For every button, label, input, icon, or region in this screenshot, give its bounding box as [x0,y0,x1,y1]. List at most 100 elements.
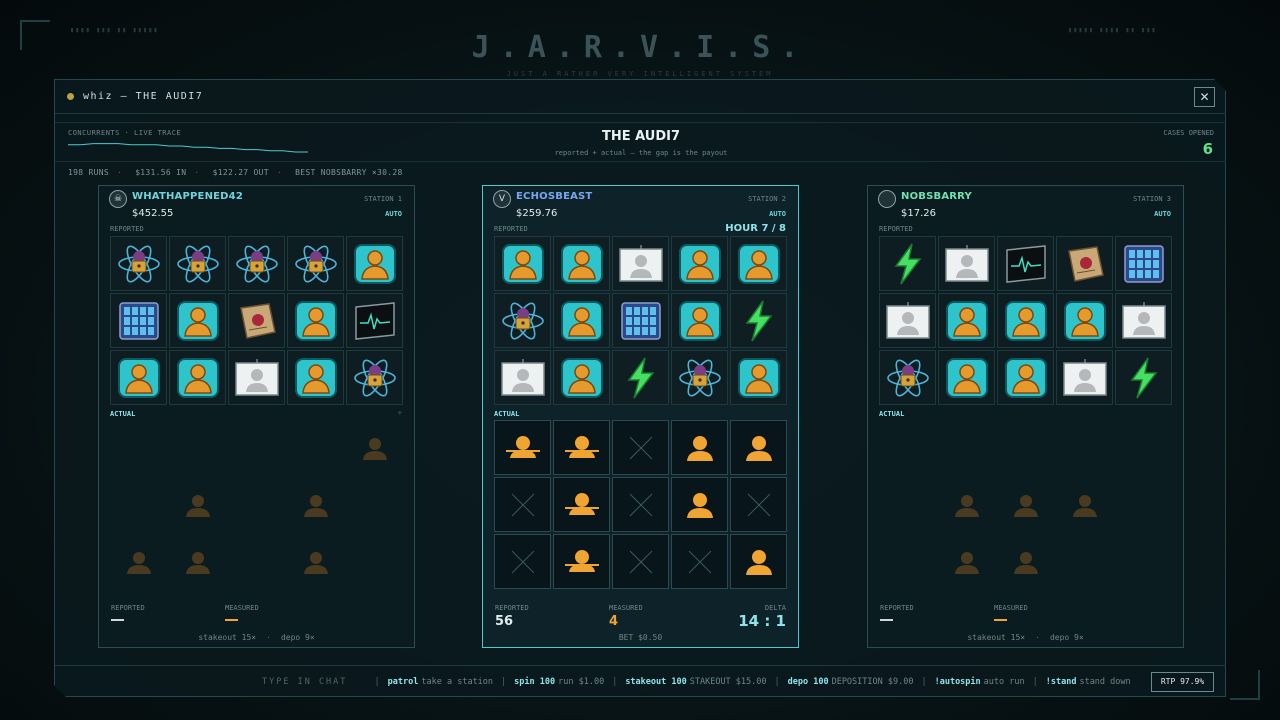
actual-cell [110,534,167,589]
command-separator: | [1032,677,1038,687]
command-key[interactable]: !autospin [935,677,981,687]
reported-cell [879,350,936,405]
actual-cell [879,420,936,475]
actual-cell [110,420,167,475]
atom-icon [293,242,339,286]
reported-label: REPORTED [494,225,528,233]
stakeout-multiplier: stakeout 15× [967,633,1026,642]
actual-cell [494,477,551,532]
player-balance: $259.76 [516,208,558,219]
multiplier-footer: stakeout 15× · depo 9× [198,633,315,642]
dim-person-icon [952,548,982,576]
stat-best: BEST NOBSBARRY ×30.28 [295,168,403,177]
atom-icon [175,242,221,286]
reported-label: REPORTED [110,225,144,233]
auto-badge: AUTO [385,210,402,218]
command-description: DEPOSITION $9.00 [831,677,914,687]
person-icon [1004,357,1048,399]
reported-cell [612,236,669,291]
reported-cell [1056,293,1113,348]
person-icon [294,300,338,342]
player-name: ECHOSBEAST [516,191,593,202]
actual-divide-icon: ÷ [397,409,402,417]
measured-stat-label: MEASURED [225,604,259,612]
dim-person-icon [124,548,154,576]
atom-icon [116,242,162,286]
stats-strip: 198 RUNS · $131.56 IN · $122.27 OUT · BEST … [68,168,403,177]
person-icon [678,243,722,285]
actual-cell [612,534,669,589]
command-separator: | [501,677,507,687]
reported-cell [997,350,1054,405]
orange-person-icon [684,434,716,462]
reported-cell [228,236,285,291]
actual-cell [169,420,226,475]
station-panel-3[interactable]: NOBSBARRY STATION 3 $17.26 AUTO REPORTED ACTU… [867,185,1184,648]
reported-cell [346,236,403,291]
reported-cell [671,236,728,291]
command-bar: TYPE IN CHAT | patrol take a station | spin … [55,665,1226,697]
reported-cell [997,236,1054,291]
actual-cell [879,477,936,532]
command-description: STAKEOUT $15.00 [689,677,767,687]
command-key[interactable]: spin 100 [514,677,555,687]
actual-cell [553,534,610,589]
player-name: NOBSBARRY [901,191,972,202]
actual-cell [1056,534,1113,589]
close-button[interactable]: ✕ [1194,87,1215,107]
station-label: STATION 2 [748,195,786,203]
actual-cell [169,534,226,589]
empty-x-icon [686,548,714,576]
station-label: STATION 3 [1133,195,1171,203]
actual-cell [938,534,995,589]
actual-cell [1056,477,1113,532]
reported-cell [494,350,551,405]
reported-cell [1056,350,1113,405]
player-balance: $452.55 [132,208,174,219]
station-panel-1[interactable]: ☠ WHATHAPPENED42 STATION 1 $452.55 AUTO REPOR… [98,185,415,648]
player-avatar: ☠ [109,190,127,208]
actual-cell [287,420,344,475]
person-icon [737,243,781,285]
actual-cell [997,534,1054,589]
command-key[interactable]: !stand [1046,677,1077,687]
dim-person-icon [1070,491,1100,519]
empty-x-icon [627,548,655,576]
reported-cell [169,293,226,348]
photo-icon [944,244,990,284]
bolt-icon [888,242,928,286]
command-key[interactable]: stakeout 100 [625,677,686,687]
cases-opened-label: CASES OPENED [1163,129,1214,137]
reported-cell [110,293,167,348]
dossier-icon [1063,243,1107,285]
person-icon [560,243,604,285]
person-icon [176,300,220,342]
bolt-icon [621,356,661,400]
reported-cell [1056,236,1113,291]
player-avatar [878,190,896,208]
person-icon [353,243,397,285]
person-icon [560,357,604,399]
command-key[interactable]: patrol [388,677,419,687]
actual-cell [1115,477,1172,532]
monitor-icon [352,301,398,341]
game-title: THE AUDI7 [601,129,681,144]
server-icon [1122,243,1166,285]
bg-bracket-br [1230,670,1260,700]
command-key[interactable]: depo 100 [788,677,829,687]
delta-stat-value: 14 : 1 [738,612,786,630]
hour-indicator: HOUR 7 / 8 [725,223,786,234]
dim-person-icon [360,434,390,462]
photo-icon [1062,358,1108,398]
empty-x-icon [627,491,655,519]
reported-cell [553,236,610,291]
actual-cell [671,477,728,532]
delta-stat-label: DELTA [764,604,786,612]
dim-person-icon [1011,491,1041,519]
actual-label: ACTUAL [879,410,905,418]
status-dot-icon [67,93,74,100]
station-panel-2[interactable]: V ECHOSBEAST STATION 2 $259.76 AUTO REPORTED H… [482,185,799,648]
orange-person-icon [743,548,775,576]
rtp-badge: RTP 97.9% [1151,672,1214,692]
reported-stat-label: REPORTED [111,604,145,612]
